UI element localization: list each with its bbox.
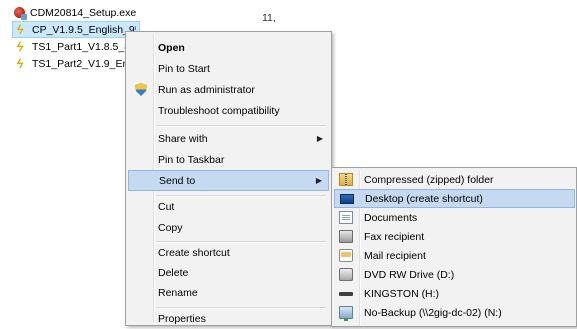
menu-item-label: DVD RW Drive (D:)	[364, 268, 455, 281]
lightning-file-icon: ϟ	[15, 38, 26, 54]
send-to-submenu: Compressed (zipped) folder Desktop (crea…	[331, 167, 577, 327]
file-item-cdm-setup[interactable]: CDM20814_Setup.exe	[13, 4, 263, 21]
send-to-mail-recipient[interactable]: Mail recipient	[334, 246, 575, 265]
fax-icon	[339, 230, 353, 243]
documents-icon	[339, 211, 353, 224]
menu-item-label: Desktop (create shortcut)	[365, 192, 483, 205]
menu-item-open[interactable]: Open	[128, 37, 329, 58]
usb-drive-icon	[339, 292, 353, 296]
menu-item-properties[interactable]: Properties	[128, 308, 329, 329]
menu-item-rename[interactable]: Rename	[128, 282, 329, 303]
menu-item-copy[interactable]: Copy	[128, 217, 329, 238]
menu-item-label: Fax recipient	[364, 230, 425, 243]
menu-item-pin-to-taskbar[interactable]: Pin to Taskbar	[128, 149, 329, 170]
menu-item-delete[interactable]: Delete	[128, 262, 329, 283]
file-name: CDM20814_Setup.exe	[30, 6, 137, 19]
menu-item-label: Pin to Start	[158, 62, 210, 75]
uac-shield-icon	[135, 83, 147, 96]
file-name: TS1_Part1_V1.8.5_87	[32, 40, 136, 53]
send-to-no-backup[interactable]: No-Backup (\\2gig-dc-02) (N:)	[334, 303, 575, 322]
send-to-compressed-folder[interactable]: Compressed (zipped) folder	[334, 170, 575, 189]
context-menu: Open Pin to Start Run as administrator T…	[125, 31, 332, 326]
menu-item-pin-to-start[interactable]: Pin to Start	[128, 58, 329, 79]
menu-item-run-as-admin[interactable]: Run as administrator	[128, 79, 329, 100]
menu-item-label: Create shortcut	[158, 246, 230, 259]
menu-item-label: Compressed (zipped) folder	[364, 173, 494, 186]
menu-item-troubleshoot[interactable]: Troubleshoot compatibility	[128, 100, 329, 121]
file-size: 11,	[262, 12, 276, 24]
file-item-cp[interactable]: ϟ CP_V1.9.5_English_9556	[12, 21, 140, 38]
menu-item-label: KINGSTON (H:)	[364, 287, 440, 300]
menu-item-label: Cut	[158, 200, 175, 213]
send-to-kingston[interactable]: KINGSTON (H:)	[334, 284, 575, 303]
menu-item-label: Properties	[158, 312, 206, 325]
dvd-drive-icon	[339, 268, 353, 281]
menu-item-label: Send to	[159, 174, 196, 187]
menu-item-create-shortcut[interactable]: Create shortcut	[128, 242, 329, 263]
submenu-arrow-icon: ▶	[316, 134, 323, 143]
submenu-arrow-icon: ▶	[315, 176, 322, 185]
file-name: TS1_Part2_V1.9_Eng	[32, 57, 135, 70]
mail-icon	[339, 249, 353, 262]
file-name: CP_V1.9.5_English_9556	[32, 23, 136, 36]
send-to-fax-recipient[interactable]: Fax recipient	[334, 227, 575, 246]
lightning-file-icon: ϟ	[15, 21, 26, 37]
menu-item-cut[interactable]: Cut	[128, 196, 329, 217]
send-to-documents[interactable]: Documents	[334, 208, 575, 227]
send-to-dvd-drive[interactable]: DVD RW Drive (D:)	[334, 265, 575, 284]
menu-item-label: Copy	[158, 221, 183, 234]
lightning-file-icon: ϟ	[15, 55, 26, 71]
menu-separator	[156, 125, 326, 127]
menu-item-label: Open	[158, 41, 185, 54]
network-drive-icon	[339, 306, 353, 321]
menu-item-label: Mail recipient	[364, 249, 426, 262]
menu-item-label: Troubleshoot compatibility	[158, 104, 280, 117]
setup-exe-icon	[14, 7, 27, 20]
desktop-icon	[340, 194, 354, 204]
zip-folder-icon	[339, 173, 353, 186]
menu-item-label: Share with	[158, 132, 208, 145]
menu-item-label: Documents	[364, 211, 418, 224]
menu-item-share-with[interactable]: Share with ▶	[128, 128, 329, 149]
menu-item-label: Rename	[158, 286, 198, 299]
send-to-desktop[interactable]: Desktop (create shortcut)	[334, 189, 575, 208]
menu-item-label: Delete	[158, 266, 189, 279]
menu-item-label: Run as administrator	[158, 83, 255, 96]
menu-item-label: No-Backup (\\2gig-dc-02) (N:)	[364, 306, 502, 319]
menu-item-send-to[interactable]: Send to ▶	[128, 170, 329, 191]
menu-item-label: Pin to Taskbar	[158, 153, 225, 166]
